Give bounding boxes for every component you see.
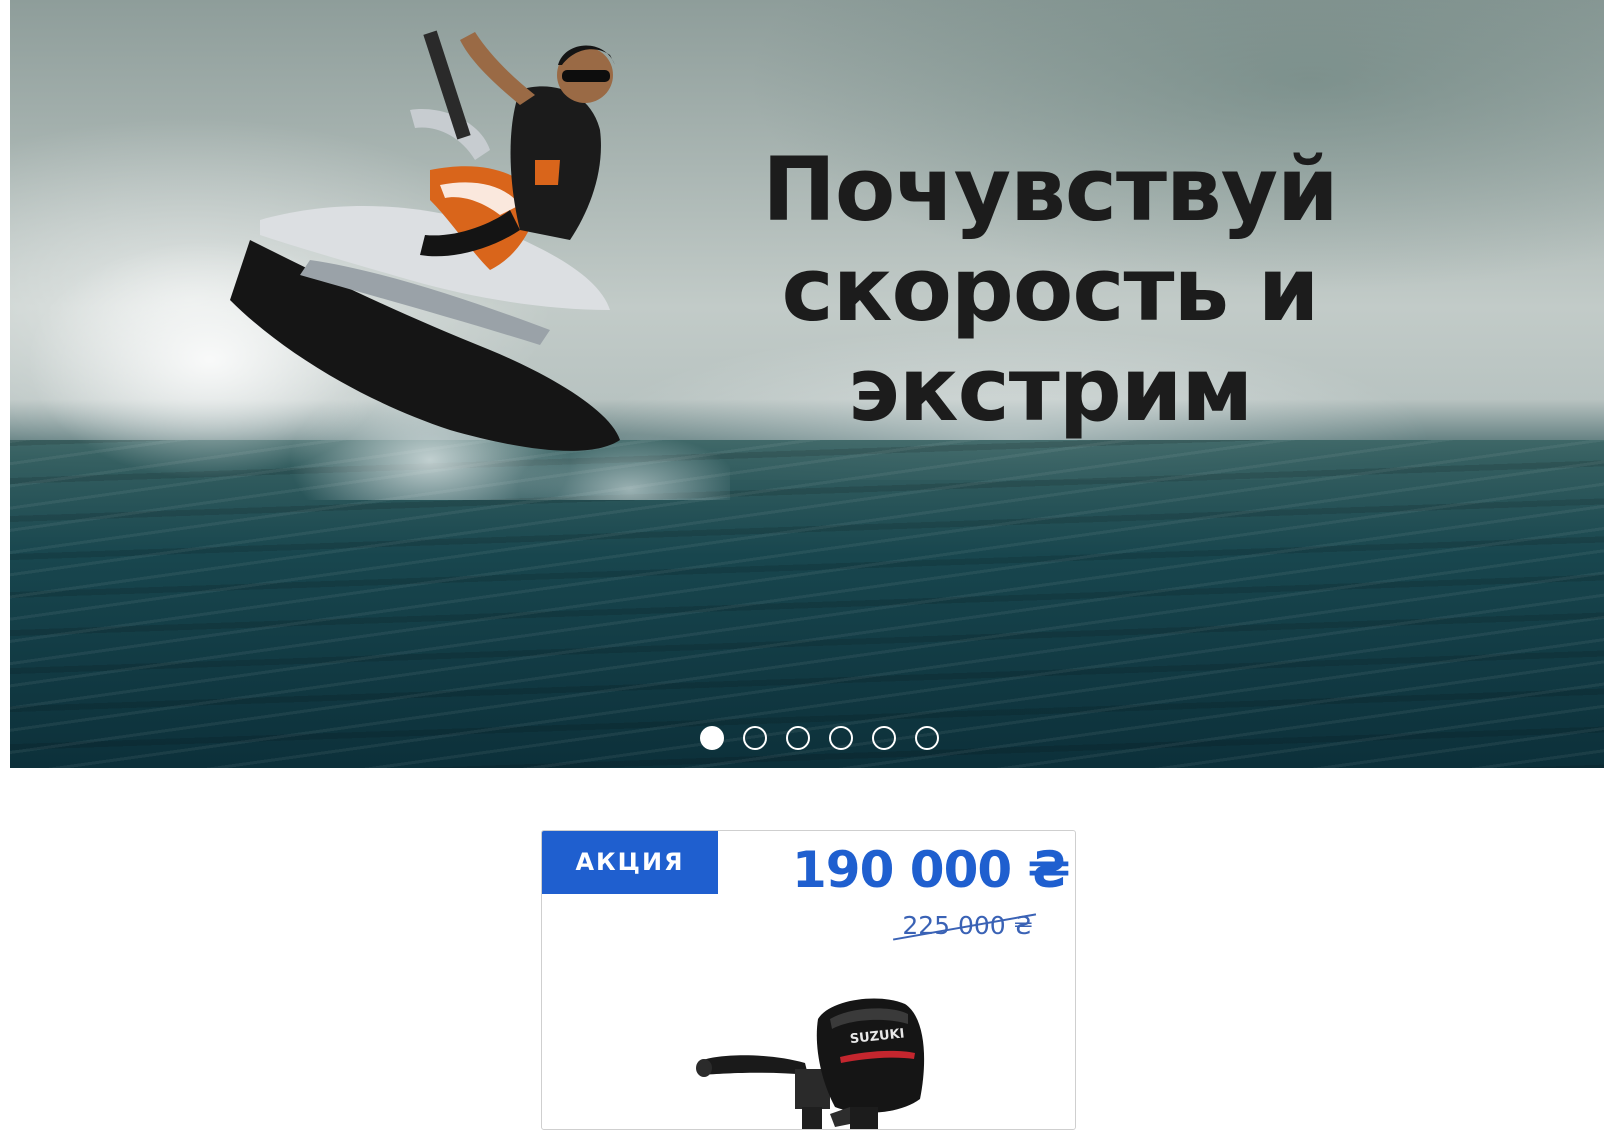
hero-banner[interactable]: Почувствуй скорость и экстрим xyxy=(10,0,1604,768)
outboard-motor-image[interactable]: SUZUKI xyxy=(690,979,940,1130)
slider-dot-4[interactable] xyxy=(829,726,853,750)
slider-dot-5[interactable] xyxy=(872,726,896,750)
slider-dot-3[interactable] xyxy=(786,726,810,750)
hero-headline: Почувствуй скорость и экстрим xyxy=(750,140,1350,440)
promo-badge: АКЦИЯ xyxy=(542,831,718,894)
price-current: 190 000 ₴ xyxy=(792,841,1071,899)
hero-headline-line-1: Почувствуй xyxy=(762,138,1338,241)
jet-ski-rider-image xyxy=(230,30,620,451)
slider-pagination xyxy=(700,726,939,750)
slider-dot-6[interactable] xyxy=(915,726,939,750)
slider-dot-1[interactable] xyxy=(700,726,724,750)
product-card[interactable]: АКЦИЯ 190 000 ₴ 225 000 ₴ SUZUKI xyxy=(541,830,1076,1130)
slider-dot-2[interactable] xyxy=(743,726,767,750)
hero-headline-line-2: скорость и xyxy=(781,238,1320,341)
price-old-container: 225 000 ₴ xyxy=(900,911,1035,940)
hero-headline-line-3: экстрим xyxy=(847,338,1254,441)
price-old: 225 000 ₴ xyxy=(902,911,1033,940)
